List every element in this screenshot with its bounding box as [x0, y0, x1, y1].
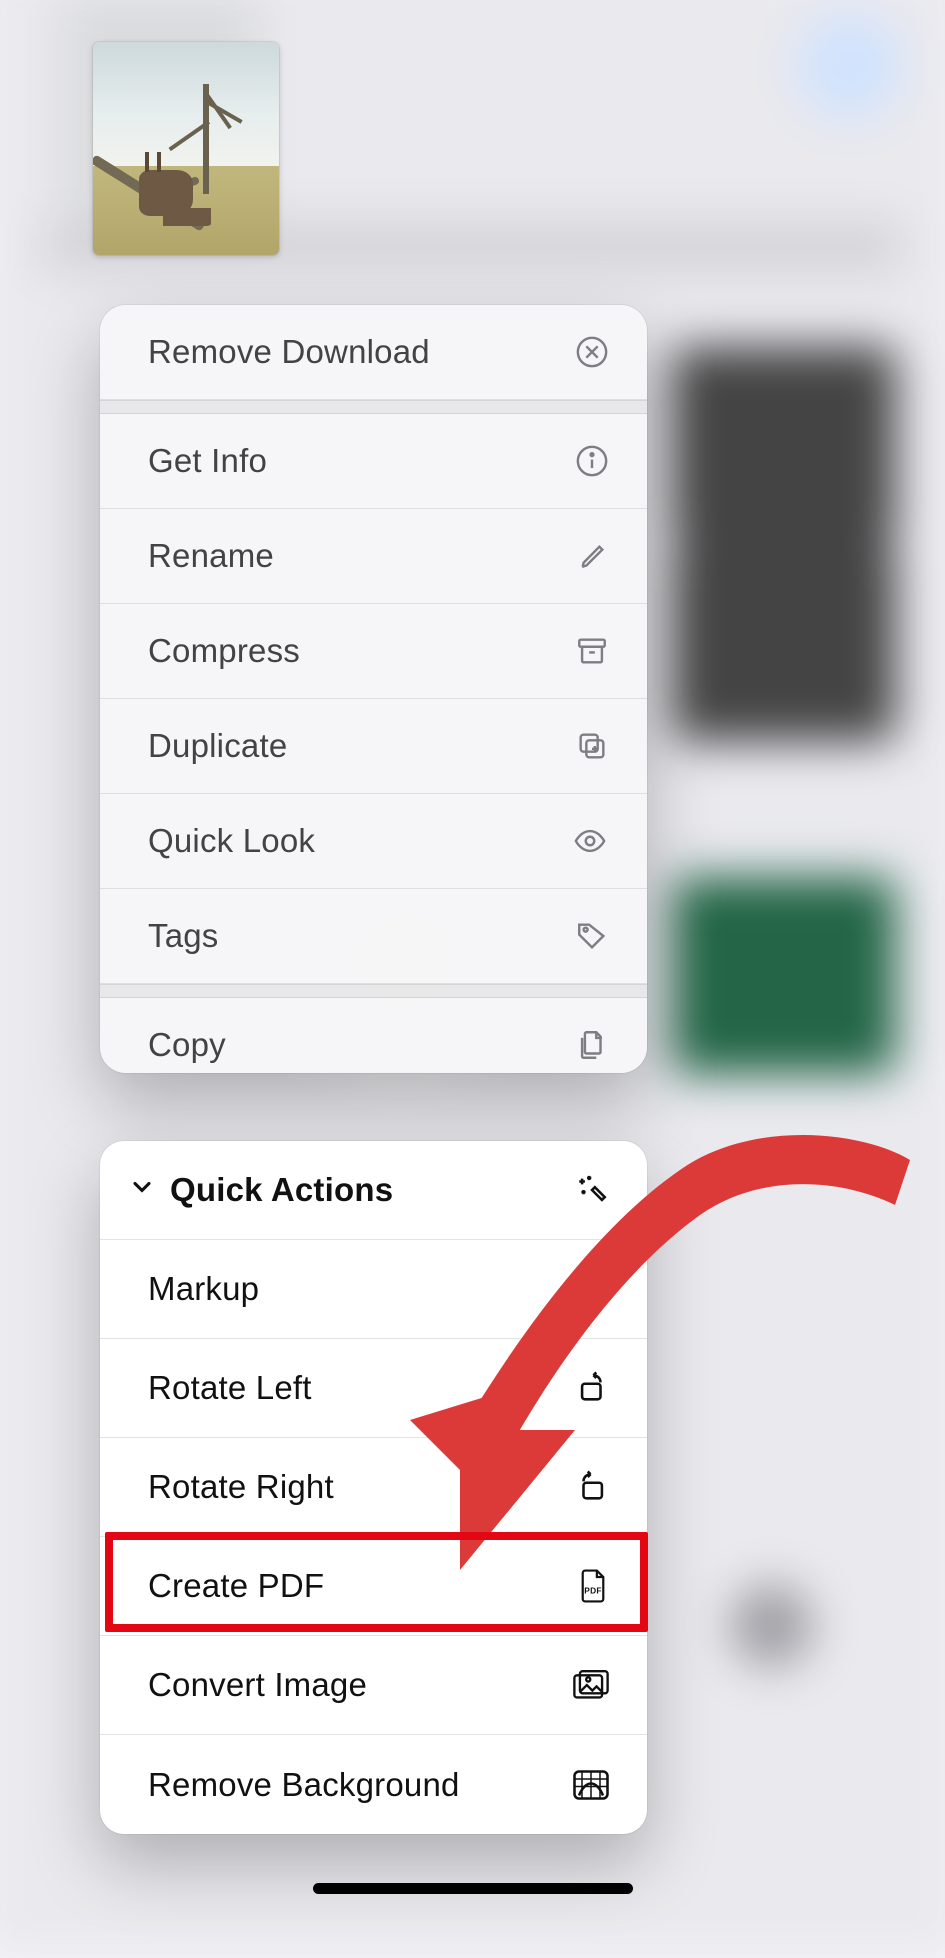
menu-item-compress[interactable]: Compress: [100, 604, 647, 699]
checker-bg-icon: [573, 1769, 609, 1801]
menu-item-duplicate[interactable]: Duplicate: [100, 699, 647, 794]
quick-action-remove-background[interactable]: Remove Background: [100, 1735, 647, 1834]
menu-separator: [100, 984, 647, 998]
archivebox-icon: [575, 634, 609, 668]
eye-icon: [571, 824, 609, 858]
menu-item-copy[interactable]: Copy: [100, 998, 647, 1073]
menu-item-label: Rename: [148, 537, 577, 575]
menu-item-tags[interactable]: Tags: [100, 889, 647, 984]
menu-item-label: Get Info: [148, 442, 575, 480]
markup-icon: [575, 1272, 609, 1306]
info-icon: [575, 444, 609, 478]
quick-action-create-pdf[interactable]: Create PDF PDF: [100, 1537, 647, 1636]
menu-item-label: Duplicate: [148, 727, 575, 765]
menu-item-remove-download[interactable]: Remove Download: [100, 305, 647, 400]
quick-action-markup[interactable]: Markup: [100, 1240, 647, 1339]
quick-action-rotate-right[interactable]: Rotate Right: [100, 1438, 647, 1537]
tag-icon: [575, 919, 609, 953]
menu-item-label: Markup: [148, 1270, 575, 1308]
sparkle-wand-icon: [575, 1173, 609, 1207]
svg-text:PDF: PDF: [584, 1586, 601, 1596]
menu-item-quick-look[interactable]: Quick Look: [100, 794, 647, 889]
menu-separator: [100, 400, 647, 414]
menu-item-label: Remove Background: [148, 1766, 573, 1804]
menu-item-label: Create PDF: [148, 1567, 577, 1605]
quick-actions-header[interactable]: Quick Actions: [100, 1141, 647, 1240]
menu-item-label: Rotate Left: [148, 1369, 575, 1407]
pdf-doc-icon: PDF: [577, 1568, 609, 1604]
home-indicator: [313, 1883, 633, 1894]
menu-item-rename[interactable]: Rename: [100, 509, 647, 604]
menu-item-label: Convert Image: [148, 1666, 573, 1704]
duplicate-icon: [575, 729, 609, 763]
quick-actions-title: Quick Actions: [170, 1171, 575, 1209]
context-menu: Remove Download Get Info Rename Compress…: [100, 305, 647, 1073]
menu-item-label: Tags: [148, 917, 575, 955]
menu-item-label: Quick Look: [148, 822, 571, 860]
rotate-right-icon: [575, 1470, 609, 1504]
photos-icon: [573, 1669, 609, 1701]
remove-circle-icon: [575, 335, 609, 369]
rotate-left-icon: [575, 1371, 609, 1405]
quick-action-convert-image[interactable]: Convert Image: [100, 1636, 647, 1735]
menu-item-label: Copy: [148, 1026, 575, 1064]
menu-item-label: Compress: [148, 632, 575, 670]
quick-actions-menu: Quick Actions Markup Rotate Left Rotate …: [100, 1141, 647, 1834]
menu-item-get-info[interactable]: Get Info: [100, 414, 647, 509]
doc-on-doc-icon: [575, 1028, 609, 1062]
quick-action-rotate-left[interactable]: Rotate Left: [100, 1339, 647, 1438]
menu-item-label: Rotate Right: [148, 1468, 575, 1506]
pencil-icon: [577, 540, 609, 572]
menu-item-label: Remove Download: [148, 333, 575, 371]
file-preview-thumbnail[interactable]: [93, 42, 279, 255]
chevron-down-icon: [128, 1171, 156, 1209]
